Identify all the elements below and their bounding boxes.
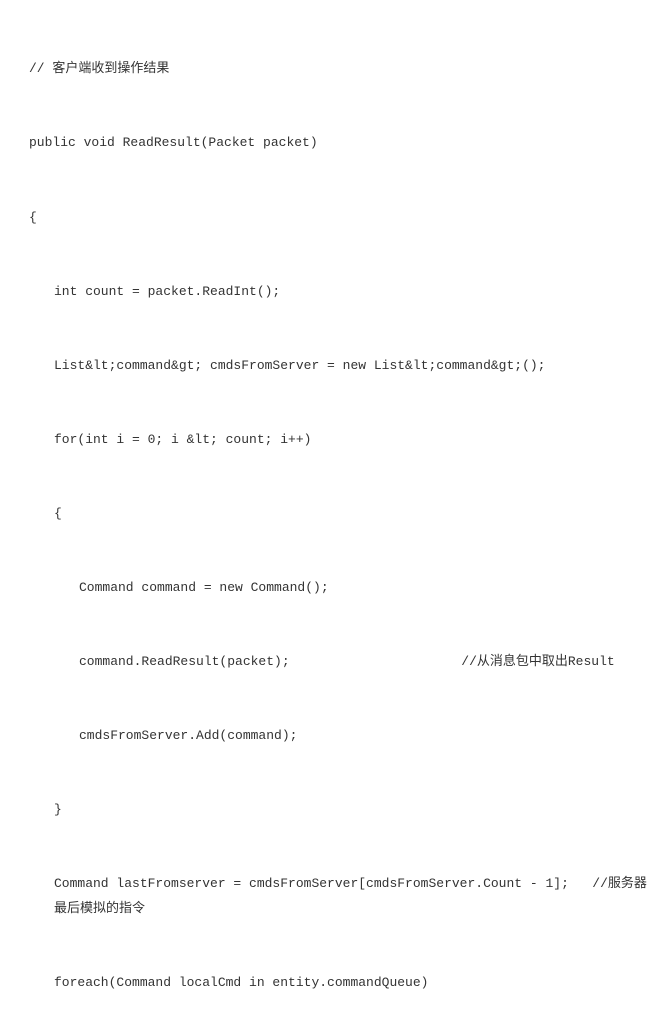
- code-line: Command command = new Command();: [4, 576, 656, 601]
- code-line: {: [4, 206, 656, 231]
- code-line: // 客户端收到操作结果: [4, 57, 656, 82]
- code-line: List&lt;command&gt; cmdsFromServer = new…: [4, 354, 656, 379]
- code-line: for(int i = 0; i &lt; count; i++): [4, 428, 656, 453]
- code-line: public void ReadResult(Packet packet): [4, 131, 656, 156]
- code-line: command.ReadResult(packet); //从消息包中取出Res…: [4, 650, 656, 675]
- code-line: cmdsFromServer.Add(command);: [4, 724, 656, 749]
- code-line: }: [4, 798, 656, 823]
- code-line: Command lastFromserver = cmdsFromServer[…: [4, 872, 656, 921]
- code-line: int count = packet.ReadInt();: [4, 280, 656, 305]
- code-line: {: [4, 502, 656, 527]
- code-block: // 客户端收到操作结果 public void ReadResult(Pack…: [4, 8, 656, 1028]
- code-line: foreach(Command localCmd in entity.comma…: [4, 971, 656, 996]
